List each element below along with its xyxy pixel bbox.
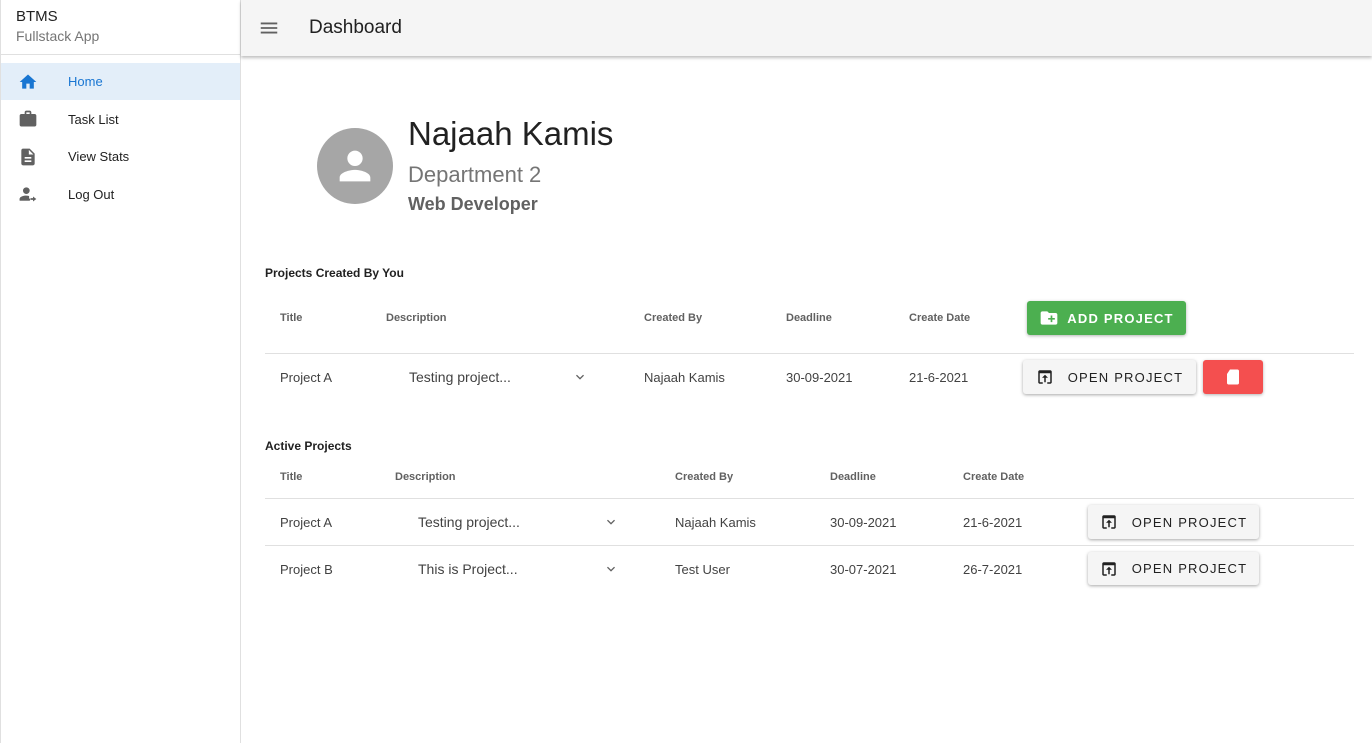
sidebar: BTMS Fullstack App Home Task List View S… — [0, 0, 241, 743]
profile-department: Department 2 — [408, 162, 542, 187]
divider — [265, 498, 1354, 499]
add-project-button[interactable]: ADD PROJECT — [1027, 301, 1186, 335]
row-description: This is Project... — [418, 561, 518, 577]
briefcase-icon — [17, 108, 39, 130]
row-create-date: 26-7-2021 — [963, 562, 1023, 577]
open-project-button[interactable]: OPEN PROJECT — [1023, 360, 1196, 394]
person-logout-icon — [17, 183, 39, 205]
active-projects-title: Active Projects — [265, 439, 352, 453]
open-in-window-icon — [1037, 370, 1052, 384]
row-create-date: 21-6-2021 — [963, 515, 1023, 530]
row-description: Testing project... — [409, 369, 511, 385]
column-header-title: Title — [280, 471, 303, 483]
brand: BTMS Fullstack App — [1, 0, 240, 55]
row-created-by: Test User — [675, 562, 730, 577]
divider — [265, 545, 1354, 546]
open-in-window-icon — [1101, 515, 1116, 529]
app-name: BTMS — [16, 8, 58, 25]
app-subtitle: Fullstack App — [16, 28, 100, 44]
home-icon — [17, 71, 39, 93]
profile-name: Najaah Kamis — [408, 115, 614, 152]
column-header-description: Description — [386, 312, 447, 324]
row-create-date: 21-6-2021 — [909, 370, 969, 385]
hamburger-menu-icon[interactable] — [257, 16, 281, 40]
profile-role: Web Developer — [408, 194, 538, 214]
row-deadline: 30-07-2021 — [830, 562, 897, 577]
sidebar-item-label: Home — [68, 74, 103, 89]
sidebar-item-log-out[interactable]: Log Out — [1, 176, 240, 213]
column-header-title: Title — [280, 312, 303, 324]
sidebar-item-task-list[interactable]: Task List — [1, 101, 240, 138]
sidebar-nav: Home Task List View Stats Log Out — [1, 55, 240, 213]
sidebar-item-label: View Stats — [68, 149, 130, 164]
sidebar-item-label: Log Out — [68, 186, 115, 202]
row-title: Project A — [280, 370, 333, 385]
open-project-label: OPEN PROJECT — [1067, 369, 1184, 385]
folder-add-icon — [1040, 311, 1058, 325]
add-project-label: ADD PROJECT — [1067, 310, 1174, 326]
column-header-created-by: Created By — [675, 471, 734, 483]
row-created-by: Najaah Kamis — [644, 370, 725, 385]
divider — [265, 353, 1354, 354]
sidebar-item-view-stats[interactable]: View Stats — [1, 138, 240, 175]
column-header-created-by: Created By — [644, 312, 703, 324]
avatar — [317, 128, 393, 204]
open-in-window-icon — [1101, 561, 1116, 576]
sidebar-item-home[interactable]: Home — [1, 63, 240, 100]
open-project-label: OPEN PROJECT — [1131, 514, 1248, 530]
app-bar: Dashboard — [241, 0, 1372, 56]
column-header-deadline: Deadline — [830, 471, 876, 483]
row-title: Project A — [280, 515, 333, 530]
row-deadline: 30-09-2021 — [786, 370, 853, 385]
row-created-by: Najaah Kamis — [675, 515, 756, 530]
column-header-deadline: Deadline — [786, 312, 832, 324]
chevron-down-icon[interactable] — [603, 561, 619, 577]
delete-project-button[interactable] — [1203, 360, 1263, 394]
row-description: Testing project... — [418, 514, 520, 530]
column-header-create-date: Create Date — [963, 471, 1025, 483]
open-project-button[interactable]: OPEN PROJECT — [1088, 552, 1259, 585]
created-projects-title: Projects Created By You — [265, 266, 404, 280]
document-icon — [17, 146, 39, 168]
chevron-down-icon[interactable] — [572, 369, 588, 385]
person-icon — [339, 150, 371, 182]
column-header-description: Description — [395, 471, 456, 483]
open-project-button[interactable]: OPEN PROJECT — [1088, 505, 1259, 539]
delete-icon — [1227, 369, 1239, 385]
sidebar-item-label: Task List — [68, 111, 119, 127]
chevron-down-icon[interactable] — [603, 514, 619, 530]
page-title: Dashboard — [309, 17, 402, 38]
column-header-create-date: Create Date — [909, 312, 971, 324]
open-project-label: OPEN PROJECT — [1131, 561, 1248, 576]
row-deadline: 30-09-2021 — [830, 515, 897, 530]
row-title: Project B — [280, 562, 333, 577]
